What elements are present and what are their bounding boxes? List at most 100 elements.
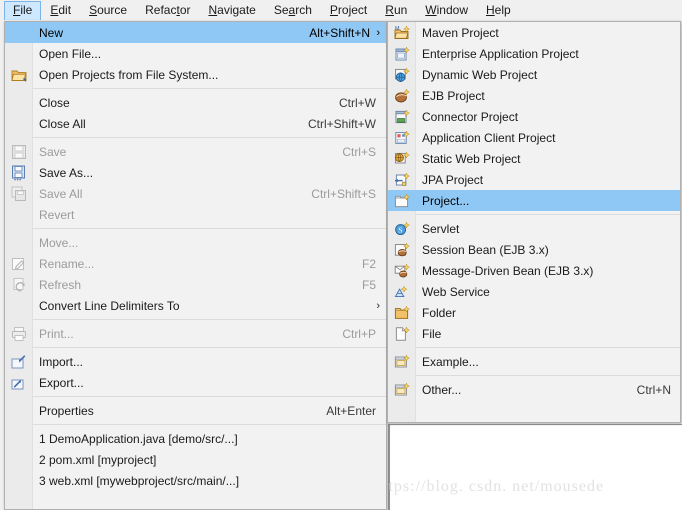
file-menu-item-convert-line-delimiters-to[interactable]: Convert Line Delimiters To› [5, 295, 386, 316]
file-menu-item-open-projects-from-file-system[interactable]: Open Projects from File System... [5, 64, 386, 85]
menu-item-label: Save As... [33, 166, 386, 180]
menu-item-label: Maven Project [416, 26, 680, 40]
export-icon [5, 372, 33, 393]
new-submenu-item-maven-project[interactable]: MMaven Project [388, 22, 680, 43]
new-submenu-item-folder[interactable]: Folder [388, 302, 680, 323]
file-menu-item-open-file[interactable]: Open File... [5, 43, 386, 64]
menu-item-label: Print... [33, 327, 342, 341]
file-menu-item-save-as[interactable]: Save As... [5, 162, 386, 183]
save-all-icon [5, 183, 33, 204]
file-menu-item-new[interactable]: NewAlt+Shift+N› [5, 22, 386, 43]
file-menu-item-import[interactable]: Import... [5, 351, 386, 372]
other-icon [388, 379, 416, 400]
menubar-item-search[interactable]: Search [265, 1, 321, 20]
new-submenu-item-session-bean-ejb-3-x[interactable]: Session Bean (EJB 3.x) [388, 239, 680, 260]
no-icon [5, 43, 33, 64]
new-submenu-panel: MMaven ProjectEnterprise Application Pro… [387, 21, 681, 423]
file-menu-item-export[interactable]: Export... [5, 372, 386, 393]
new-submenu-item-application-client-project[interactable]: Application Client Project [388, 127, 680, 148]
new-submenu-item-file[interactable]: File [388, 323, 680, 344]
menubar-item-edit[interactable]: Edit [41, 1, 80, 20]
menubar-item-run[interactable]: Run [376, 1, 416, 20]
menu-item-label: File [416, 327, 680, 341]
file-menu-item-save-all: Save AllCtrl+Shift+S [5, 183, 386, 204]
menubar-item-source[interactable]: Source [80, 1, 136, 20]
static-web-project-icon [388, 148, 416, 169]
file-menu-item-save: SaveCtrl+S [5, 141, 386, 162]
print-icon [5, 323, 33, 344]
menu-separator [33, 88, 386, 89]
menubar-item-navigate[interactable]: Navigate [199, 1, 264, 20]
new-submenu-item-other[interactable]: Other...Ctrl+N [388, 379, 680, 400]
menu-item-label: Properties [33, 404, 326, 418]
new-submenu-item-ejb-project[interactable]: EJB Project [388, 85, 680, 106]
menu-separator [416, 214, 680, 215]
project-icon [388, 190, 416, 211]
no-icon [5, 428, 33, 449]
new-submenu-item-project[interactable]: Project... [388, 190, 680, 211]
new-submenu-item-static-web-project[interactable]: Static Web Project [388, 148, 680, 169]
ejb-project-icon [388, 85, 416, 106]
file-menu-item-close[interactable]: CloseCtrl+W [5, 92, 386, 113]
menu-item-label: Example... [416, 355, 680, 369]
menu-separator [33, 319, 386, 320]
file-menu-item-properties[interactable]: PropertiesAlt+Enter [5, 400, 386, 421]
menu-item-label: Open File... [33, 47, 386, 61]
eclipse-window: https://blog. csdn. net/mousede FileEdit… [0, 0, 682, 510]
menubar-item-refactor[interactable]: Refactor [136, 1, 199, 20]
file-menu-item-close-all[interactable]: Close AllCtrl+Shift+W [5, 113, 386, 134]
menu-item-shortcut: F2 [362, 257, 386, 271]
new-submenu-item-message-driven-bean-ejb-3-x[interactable]: Message-Driven Bean (EJB 3.x) [388, 260, 680, 281]
menu-item-label: Save [33, 145, 342, 159]
menubar-item-file[interactable]: File [4, 1, 41, 20]
message-driven-bean-icon [388, 260, 416, 281]
file-menu-panel: NewAlt+Shift+N› Open File... Open Projects… [4, 21, 387, 510]
web-service-icon [388, 281, 416, 302]
servlet-icon: S [388, 218, 416, 239]
file-menu-item-print: Print...Ctrl+P [5, 323, 386, 344]
menu-item-label: Servlet [416, 222, 680, 236]
enterprise-app-project-icon [388, 43, 416, 64]
menu-item-label: Move... [33, 236, 386, 250]
session-bean-icon [388, 239, 416, 260]
menu-separator [33, 228, 386, 229]
menu-item-label: EJB Project [416, 89, 680, 103]
folder-open-icon [5, 64, 33, 85]
new-submenu-item-web-service[interactable]: Web Service [388, 281, 680, 302]
menubar-item-project[interactable]: Project [321, 1, 376, 20]
menu-item-label: New [33, 26, 309, 40]
menubar-item-window[interactable]: Window [416, 1, 477, 20]
save-icon [5, 141, 33, 162]
menu-item-label: Refresh [33, 278, 362, 292]
submenu-chevron-right-icon: › [376, 300, 380, 312]
maven-project-icon: M [388, 22, 416, 43]
menu-item-label: Message-Driven Bean (EJB 3.x) [416, 264, 680, 278]
menu-item-label: Close [33, 96, 339, 110]
new-submenu-item-connector-project[interactable]: Connector Project [388, 106, 680, 127]
save-as-icon [5, 162, 33, 183]
new-submenu-item-jpa-project[interactable]: JPA Project [388, 169, 680, 190]
file-menu-item-3-web-xml-mywebproject-src-main[interactable]: 3 web.xml [mywebproject/src/main/...] [5, 470, 386, 491]
menu-bar: FileEditSourceRefactorNavigateSearchProj… [0, 0, 682, 21]
menu-separator [33, 137, 386, 138]
no-icon [5, 295, 33, 316]
menu-item-label: 3 web.xml [mywebproject/src/main/...] [33, 474, 386, 488]
menu-item-shortcut: Ctrl+P [342, 327, 386, 341]
file-menu-item-rename: Rename...F2 [5, 253, 386, 274]
new-submenu-item-enterprise-application-project[interactable]: Enterprise Application Project [388, 43, 680, 64]
file-menu-item-2-pom-xml-myproject[interactable]: 2 pom.xml [myproject] [5, 449, 386, 470]
menubar-item-help[interactable]: Help [477, 1, 520, 20]
file-menu-item-1-demoapplication-java-demo-src[interactable]: 1 DemoApplication.java [demo/src/...] [5, 428, 386, 449]
menu-item-label: Application Client Project [416, 131, 680, 145]
rename-icon [5, 253, 33, 274]
svg-text:S: S [398, 225, 402, 234]
menu-item-label: Import... [33, 355, 386, 369]
new-submenu-item-servlet[interactable]: S Servlet [388, 218, 680, 239]
menu-item-shortcut: Ctrl+S [342, 145, 386, 159]
menu-item-shortcut: Ctrl+Shift+S [311, 187, 386, 201]
new-submenu-item-dynamic-web-project[interactable]: Dynamic Web Project [388, 64, 680, 85]
import-icon [5, 351, 33, 372]
editor-panel[interactable] [388, 424, 682, 510]
new-submenu-item-example[interactable]: Example... [388, 351, 680, 372]
menu-item-label: Session Bean (EJB 3.x) [416, 243, 680, 257]
